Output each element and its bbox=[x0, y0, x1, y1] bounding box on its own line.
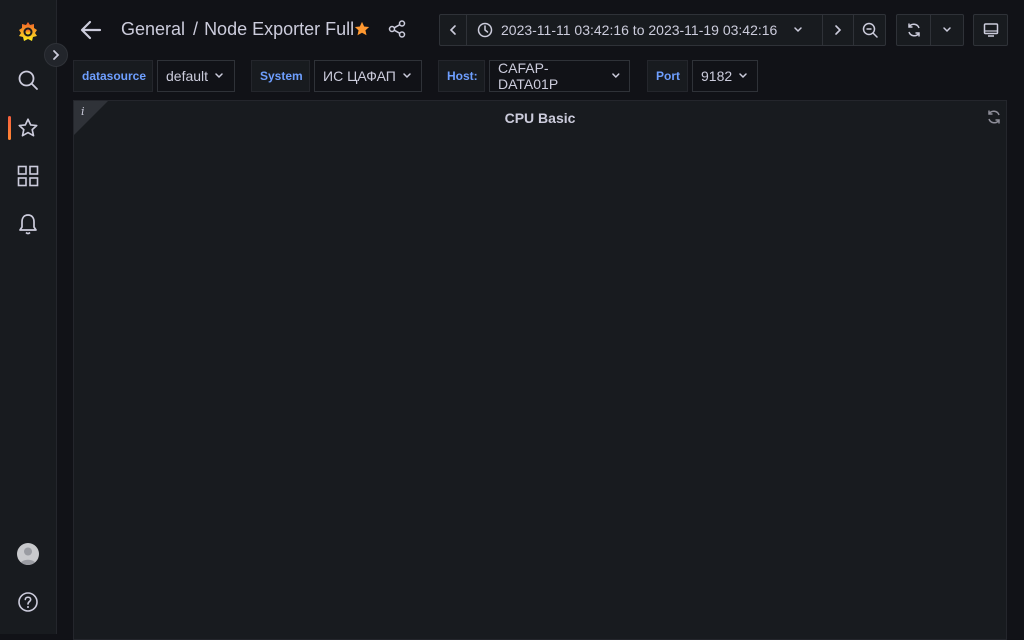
help-icon[interactable] bbox=[16, 590, 40, 614]
dashboard-toolbar: General / Node Exporter Full 2023-11-11 03… bbox=[57, 0, 1024, 60]
variable-select-datasource[interactable]: default bbox=[157, 60, 235, 92]
star-icon[interactable] bbox=[16, 116, 40, 140]
panel-title[interactable]: CPU Basic bbox=[74, 110, 1006, 126]
chevron-down-icon bbox=[403, 73, 411, 79]
bell-icon[interactable] bbox=[16, 212, 40, 236]
tv-mode-button[interactable] bbox=[973, 14, 1008, 46]
refresh-button[interactable] bbox=[896, 14, 931, 46]
grafana-logo-icon[interactable] bbox=[16, 20, 40, 44]
breadcrumb: General / Node Exporter Full bbox=[121, 19, 354, 40]
variable-value: 9182 bbox=[701, 68, 733, 84]
variable-select-host[interactable]: CAFAP-DATA01P bbox=[489, 60, 630, 92]
breadcrumb-folder[interactable]: General bbox=[121, 19, 185, 39]
variable-label-port: Port bbox=[647, 60, 688, 92]
chevron-down-icon bbox=[943, 27, 951, 33]
variable-label-system: System bbox=[251, 60, 310, 92]
favorite-star-icon[interactable] bbox=[353, 20, 371, 43]
chevron-down-icon bbox=[794, 27, 803, 33]
refresh-icon bbox=[907, 23, 920, 37]
chevron-left-icon bbox=[449, 25, 456, 35]
variable-select-system[interactable]: ИС ЦАФАП bbox=[314, 60, 422, 92]
variable-value: CAFAP-DATA01P bbox=[498, 60, 559, 92]
refresh-icon bbox=[986, 109, 1002, 130]
share-icon[interactable] bbox=[388, 20, 406, 43]
breadcrumb-separator: / bbox=[193, 19, 199, 39]
zoom-out-icon bbox=[862, 22, 878, 38]
time-range-text: 2023-11-11 03:42:16 to 2023-11-19 03:42:… bbox=[501, 22, 778, 38]
variable-label-host: Host: bbox=[438, 60, 485, 92]
variable-label-datasource: datasource bbox=[73, 60, 153, 92]
clock-icon bbox=[477, 22, 493, 38]
chevron-right-icon bbox=[835, 25, 842, 35]
chevron-down-icon bbox=[612, 73, 620, 78]
variable-select-port[interactable]: 9182 bbox=[692, 60, 758, 92]
expand-sidebar-button[interactable] bbox=[44, 43, 68, 67]
variable-value: default bbox=[166, 68, 209, 84]
search-icon[interactable] bbox=[16, 68, 40, 92]
time-range-back-button[interactable] bbox=[439, 14, 467, 46]
active-indicator bbox=[8, 116, 11, 140]
variable-value: ИС ЦАФАП bbox=[323, 68, 396, 84]
monitor-icon bbox=[983, 23, 998, 37]
sidebar bbox=[0, 0, 57, 634]
back-button[interactable] bbox=[79, 18, 103, 42]
chevron-down-icon bbox=[739, 73, 747, 79]
arrow-left-icon bbox=[80, 20, 102, 40]
panel-cpu-basic[interactable]: i CPU Basic bbox=[73, 100, 1007, 640]
zoom-out-button[interactable] bbox=[853, 14, 886, 46]
time-range-picker[interactable]: 2023-11-11 03:42:16 to 2023-11-19 03:42:… bbox=[466, 14, 823, 46]
avatar[interactable] bbox=[17, 543, 39, 565]
time-range-forward-button[interactable] bbox=[822, 14, 854, 46]
refresh-interval-dropdown[interactable] bbox=[930, 14, 964, 46]
dashboard-title[interactable]: Node Exporter Full bbox=[204, 19, 354, 39]
chevron-down-icon bbox=[215, 73, 223, 79]
chevron-right-icon bbox=[53, 50, 60, 60]
dashboards-grid-icon[interactable] bbox=[16, 164, 40, 188]
